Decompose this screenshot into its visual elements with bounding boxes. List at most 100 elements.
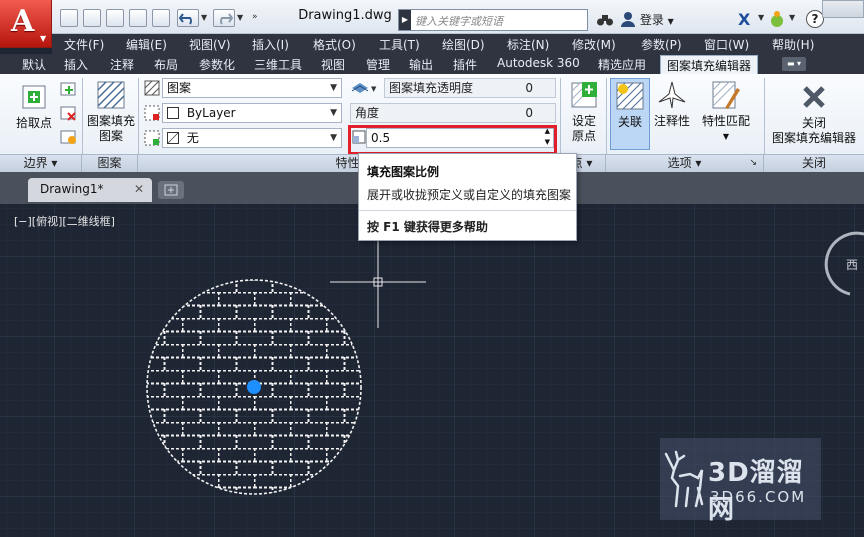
hatch-type-icon xyxy=(144,80,160,96)
annotative-button[interactable]: 注释性 xyxy=(652,80,692,129)
tab-autodesk-360[interactable]: Autodesk 360 xyxy=(497,56,580,70)
exchange-apps-icon[interactable]: X xyxy=(738,10,750,29)
viewport-controls-label[interactable]: [−][俯视][二维线框] xyxy=(14,213,115,229)
menu-help[interactable]: 帮助(H) xyxy=(772,36,814,53)
annotative-label: 注释性 xyxy=(653,114,690,128)
ribbon-minimize-icon[interactable]: ▬ ▾ xyxy=(782,57,806,71)
svg-text:▼: ▼ xyxy=(371,85,377,93)
menu-tools[interactable]: 工具(T) xyxy=(379,36,420,53)
search-box[interactable]: ▶ 键入关键字或短语 xyxy=(398,9,588,31)
menu-insert[interactable]: 插入(I) xyxy=(252,36,289,53)
tab-featured-apps[interactable]: 精选应用 xyxy=(598,56,646,73)
tooltip-description: 展开或收拢预定义或自定义的填充图案 xyxy=(367,188,572,202)
sign-in-button[interactable]: 登录 ▼ xyxy=(620,11,680,29)
new-file-icon[interactable] xyxy=(60,9,78,27)
set-origin-button[interactable]: 设定 原点 xyxy=(564,80,604,144)
annotative-icon xyxy=(657,80,687,110)
angle-label: 角度 xyxy=(355,106,380,120)
transparency-value: 0 xyxy=(525,81,533,95)
transparency-field[interactable]: 图案填充透明度 0 xyxy=(384,78,556,98)
window-controls[interactable] xyxy=(822,0,864,18)
application-menu-button[interactable]: A ▼ xyxy=(0,0,52,48)
redo-icon[interactable] xyxy=(213,9,235,27)
tab-insert[interactable]: 插入 xyxy=(64,56,88,73)
tab-manage[interactable]: 管理 xyxy=(366,56,390,73)
tab-parametric[interactable]: 参数化 xyxy=(199,56,235,73)
stay-connected-icon[interactable] xyxy=(768,10,786,28)
tooltip-title: 填充图案比例 xyxy=(367,165,440,179)
menu-file[interactable]: 文件(F) xyxy=(64,36,104,53)
tab-default[interactable]: 默认 xyxy=(22,56,46,73)
hatch-color-select[interactable]: ByLayer ▼ xyxy=(162,103,342,123)
save-icon[interactable] xyxy=(106,9,124,27)
chevron-down-icon[interactable]: ▼ xyxy=(758,13,764,22)
angle-field[interactable]: 角度 0 xyxy=(350,103,556,123)
chevron-down-icon: ▼ xyxy=(667,17,674,26)
dialog-launcher-icon[interactable]: ↘ xyxy=(749,155,757,172)
chevron-down-icon: ▼ xyxy=(330,108,337,118)
hatch-pattern-label-line2: 图案 xyxy=(98,129,123,143)
save-as-icon[interactable] xyxy=(129,9,147,27)
hatch-color-icon xyxy=(144,105,160,121)
plot-icon[interactable] xyxy=(152,9,170,27)
hatch-transparency-icon[interactable]: ▼ xyxy=(350,80,382,96)
chevron-down-icon: ▼ xyxy=(330,83,337,93)
document-title: Drawing1.dwg xyxy=(298,8,392,23)
menu-modify[interactable]: 修改(M) xyxy=(572,36,616,53)
new-drawing-tab-button[interactable] xyxy=(158,181,184,199)
close-panel-title: 关闭 xyxy=(764,154,864,172)
close-hatch-editor-button[interactable]: 关闭 图案填充编辑器 xyxy=(766,82,862,146)
pick-point-label: 拾取点 xyxy=(15,116,52,130)
menu-view[interactable]: 视图(V) xyxy=(189,36,231,53)
menu-edit[interactable]: 编辑(E) xyxy=(126,36,167,53)
match-properties-label: 特性匹配 xyxy=(701,114,750,128)
associative-icon xyxy=(615,81,645,111)
close-tab-icon[interactable]: ✕ xyxy=(134,178,144,200)
file-tab-drawing1[interactable]: Drawing1* ✕ xyxy=(28,178,152,202)
binoculars-icon[interactable] xyxy=(596,12,613,28)
menu-parametric[interactable]: 参数(P) xyxy=(641,36,682,53)
autocad-window: A ▼ ▼ ▼ » Drawing1.dwg ▶ 键入关键字或短语 登录 ▼ X… xyxy=(0,0,864,537)
open-file-icon[interactable] xyxy=(83,9,101,27)
tab-annotate[interactable]: 注释 xyxy=(110,56,134,73)
tab-layout[interactable]: 布局 xyxy=(154,56,178,73)
tab-plugins[interactable]: 插件 xyxy=(453,56,477,73)
tab-hatch-editor[interactable]: 图案填充编辑器 xyxy=(660,55,759,74)
close-icon xyxy=(799,82,829,112)
tab-output[interactable]: 输出 xyxy=(409,56,433,73)
hatch-center-grip[interactable] xyxy=(247,380,261,394)
pick-point-icon xyxy=(19,82,49,112)
set-origin-icon xyxy=(569,80,599,110)
hatch-type-select[interactable]: 图案 ▼ xyxy=(162,78,342,98)
menu-dimension[interactable]: 标注(N) xyxy=(507,36,549,53)
undo-icon[interactable] xyxy=(177,9,199,27)
background-color-value: 无 xyxy=(186,131,199,145)
boundary-panel-title[interactable]: 边界 ▾ xyxy=(0,154,82,172)
hatch-pattern-icon xyxy=(96,80,126,110)
tab-3d-tools[interactable]: 三维工具 xyxy=(254,56,302,73)
match-properties-button[interactable]: 特性匹配 ▼ xyxy=(700,80,752,144)
menu-draw[interactable]: 绘图(D) xyxy=(442,36,485,53)
menu-format[interactable]: 格式(O) xyxy=(313,36,356,53)
search-placeholder: 键入关键字或短语 xyxy=(415,15,503,28)
hatch-pattern-label-line1: 图案填充 xyxy=(86,114,135,128)
options-panel-title[interactable]: 选项 ▾ ↘ xyxy=(606,154,764,172)
tooltip-help-hint: 按 F1 键获得更多帮助 xyxy=(367,220,488,234)
tab-view[interactable]: 视图 xyxy=(321,56,345,73)
hatch-pattern-button[interactable]: 图案填充 图案 xyxy=(84,80,138,144)
viewcube-west-label[interactable]: 西 xyxy=(846,256,858,273)
chevron-down-icon[interactable]: ▼ xyxy=(789,13,795,22)
menu-window[interactable]: 窗口(W) xyxy=(704,36,749,53)
redo-dropdown-icon[interactable]: ▼ xyxy=(237,13,247,31)
recreate-boundary-icon[interactable] xyxy=(60,128,78,146)
search-expand-icon[interactable]: ▶ xyxy=(399,10,411,30)
more-tools-icon[interactable]: » xyxy=(252,12,258,22)
watermark-url: 3D66.COM xyxy=(710,488,807,506)
pick-points-button[interactable]: 拾取点 xyxy=(10,82,58,131)
select-boundary-icon[interactable] xyxy=(60,80,78,98)
hatch-color-value: ByLayer xyxy=(186,106,236,120)
background-color-select[interactable]: 无 ▼ xyxy=(162,128,342,148)
remove-boundary-icon[interactable] xyxy=(60,104,78,122)
associative-toggle[interactable]: 关联 xyxy=(610,78,650,150)
undo-dropdown-icon[interactable]: ▼ xyxy=(201,13,211,31)
